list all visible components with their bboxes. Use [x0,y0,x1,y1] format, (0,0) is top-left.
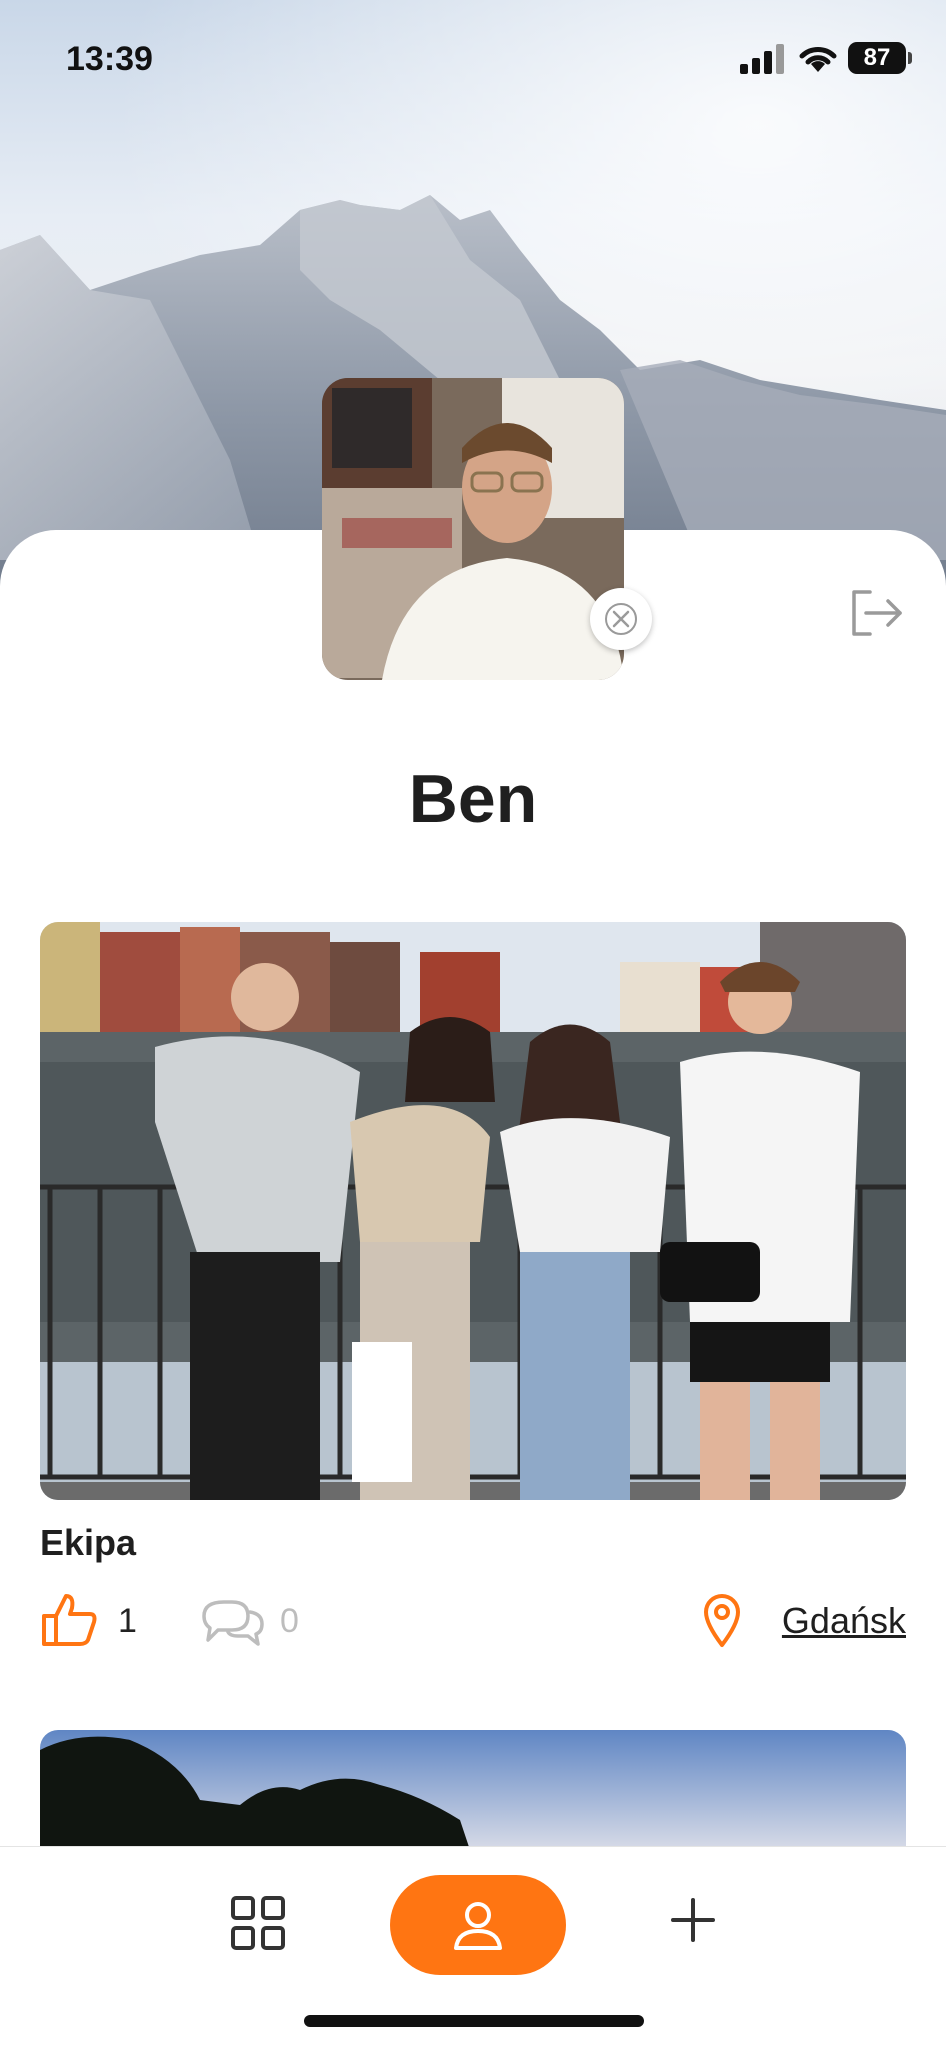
logout-button[interactable] [848,588,904,638]
location-link[interactable]: Gdańsk [782,1600,906,1642]
cellular-signal-icon [740,44,784,74]
nav-profile-button[interactable] [390,1875,566,1975]
grid-icon[interactable] [230,1895,286,1951]
comment-count: 0 [280,1602,299,1640]
post-photo[interactable] [40,1730,906,1850]
map-pin-icon [704,1594,740,1647]
like-count: 1 [118,1602,137,1640]
profile-avatar[interactable] [322,378,624,680]
logout-icon [852,590,902,636]
home-indicator [304,2015,644,2027]
battery-tip [908,52,912,64]
post-actions: 1 0 Gdańsk [40,1592,906,1652]
bottom-navigation [0,1846,946,2049]
profile-name: Ben [408,761,538,837]
user-icon [454,1902,502,1950]
remove-avatar-button[interactable] [590,588,652,650]
post-photo[interactable] [40,922,906,1500]
close-icon [605,603,637,635]
status-time: 13:39 [66,40,153,78]
comment-icon[interactable] [200,1598,266,1648]
status-bar: 13:39 87 [0,34,946,84]
battery-indicator: 87 [848,42,906,74]
post-title: Ekipa [40,1522,137,1563]
plus-icon[interactable] [668,1895,718,1945]
wifi-icon [799,47,837,72]
thumbs-up-icon[interactable] [40,1592,98,1648]
